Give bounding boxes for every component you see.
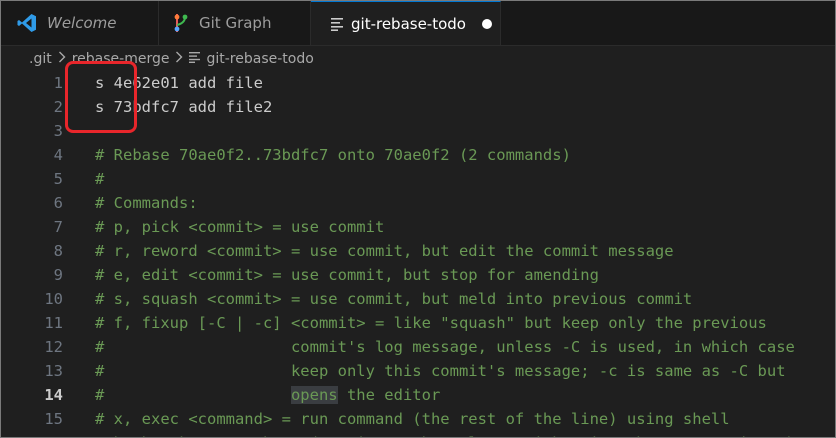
code-line[interactable]: 11 # f, fixup [-C | -c] <commit> = like "… xyxy=(1,311,835,335)
line-number: 5 xyxy=(53,170,63,188)
breadcrumb-root[interactable]: .git xyxy=(29,51,52,67)
code-line[interactable]: 8 # r, reword <commit> = use commit, but … xyxy=(1,239,835,263)
line-number: 3 xyxy=(53,122,63,140)
line-text-prefix: # xyxy=(95,386,291,404)
line-number: 10 xyxy=(44,290,63,308)
code-line[interactable]: 12 # commit's log message, unless -C is u… xyxy=(1,335,835,359)
line-number: 1 xyxy=(53,74,63,92)
code-line[interactable]: 7 # p, pick <commit> = use commit xyxy=(1,215,835,239)
breadcrumb-file[interactable]: git-rebase-todo xyxy=(206,51,313,67)
line-text: # Rebase 70ae0f2..73bdfc7 onto 70ae0f2 (… xyxy=(95,146,571,164)
line-text: # b, break = stop here (continue rebase … xyxy=(95,431,795,437)
code-line[interactable]: 5 # xyxy=(1,167,835,191)
file-lines-icon xyxy=(331,17,343,31)
line-text: # e, edit <commit> = use commit, but sto… xyxy=(95,266,599,284)
word-highlight: opens xyxy=(290,386,338,404)
tab-git-rebase-todo[interactable]: git-rebase-todo xyxy=(311,1,501,45)
line-number: 2 xyxy=(53,98,63,116)
line-number: 8 xyxy=(53,242,63,260)
line-text: # x, exec <command> = run command (the r… xyxy=(95,410,730,428)
code-line[interactable]: 10 # s, squash <commit> = use commit, but… xyxy=(1,287,835,311)
line-text: # s, squash <commit> = use commit, but m… xyxy=(95,290,693,308)
tab-welcome[interactable]: Welcome xyxy=(1,1,159,45)
git-graph-icon xyxy=(173,13,189,33)
line-text: # keep only this commit's message; -c is… xyxy=(95,362,786,380)
code-line[interactable]: 15 # x, exec <command> = run command (the… xyxy=(1,407,835,431)
line-number: 9 xyxy=(53,266,63,284)
code-line[interactable]: 6 # Commands: xyxy=(1,191,835,215)
line-text-suffix: the editor xyxy=(337,386,441,404)
chevron-right-icon xyxy=(58,51,66,67)
line-number: 15 xyxy=(44,410,63,428)
line-number: 4 xyxy=(53,146,63,164)
code-line[interactable]: 9 # e, edit <commit> = use commit, but st… xyxy=(1,263,835,287)
annotation-highlight-box xyxy=(65,61,137,133)
code-line[interactable]: 14 # opens the editor xyxy=(1,383,835,407)
file-lines-icon xyxy=(189,51,201,67)
line-text: # p, pick <commit> = use commit xyxy=(95,218,385,236)
line-text: # commit's log message, unless -C is use… xyxy=(95,338,795,356)
code-line[interactable]: 13 # keep only this commit's message; -c … xyxy=(1,359,835,383)
line-number: 16 xyxy=(1,431,63,437)
code-line[interactable]: 4 # Rebase 70ae0f2..73bdfc7 onto 70ae0f2 … xyxy=(1,143,835,167)
chevron-right-icon xyxy=(175,51,183,67)
code-line[interactable]: 16 # b, break = stop here (continue rebas… xyxy=(1,431,835,437)
vscode-logo-icon xyxy=(17,13,37,33)
line-text: # f, fixup [-C | -c] <commit> = like "sq… xyxy=(95,314,767,332)
line-number: 6 xyxy=(53,194,63,212)
line-number: 7 xyxy=(53,218,63,236)
tab-welcome-label: Welcome xyxy=(47,14,117,32)
tab-git-rebase-todo-label: git-rebase-todo xyxy=(351,14,466,33)
tab-git-graph[interactable]: Git Graph xyxy=(159,1,311,45)
line-number: 11 xyxy=(44,314,63,332)
tab-bar: Welcome Git Graph git-rebase-todo xyxy=(1,1,835,46)
line-text: # r, reword <commit> = use commit, but e… xyxy=(95,242,674,260)
line-text: # opens the editor xyxy=(95,383,440,407)
line-text: # xyxy=(95,170,105,188)
tab-git-graph-label: Git Graph xyxy=(199,14,272,32)
line-number: 14 xyxy=(44,386,63,404)
line-number: 12 xyxy=(44,338,63,356)
unsaved-dot-icon[interactable] xyxy=(481,18,492,29)
line-text: # Commands: xyxy=(95,194,198,212)
line-number: 13 xyxy=(44,362,63,380)
editor-window: Welcome Git Graph git-rebase-todo .git r… xyxy=(0,0,836,438)
